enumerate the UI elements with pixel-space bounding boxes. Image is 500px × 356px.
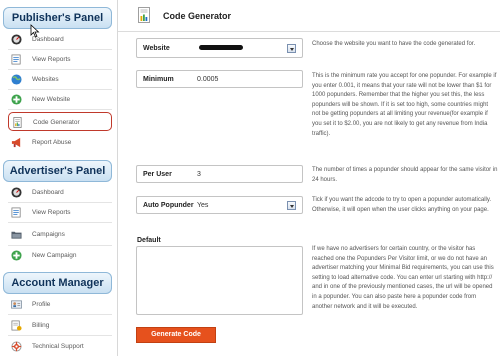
sidebar-item-report-abuse[interactable]: Report Abuse: [8, 133, 112, 152]
mouse-cursor-icon: [30, 24, 40, 38]
default-textarea[interactable]: [136, 246, 303, 315]
sidebar-item-label: Profile: [32, 301, 51, 308]
sidebar-item-label: View Reports: [32, 209, 71, 216]
document-icon: [13, 117, 22, 128]
sidebar-item-label: Billing: [32, 322, 50, 329]
account-manager-heading: Account Manager: [3, 272, 112, 294]
website-select[interactable]: Website: [136, 38, 303, 58]
generate-code-button[interactable]: Generate Code: [136, 327, 216, 343]
auto-popunder-description: Tick if you want the adcode to try to op…: [312, 197, 492, 213]
sidebar-item-advertiser-view-reports[interactable]: View Reports: [8, 203, 112, 222]
auto-popunder-label: Auto Popunder: [143, 202, 194, 209]
reports-icon: [11, 54, 21, 65]
sidebar-item-new-website[interactable]: New Website: [8, 90, 112, 109]
sidebar-item-publisher-view-reports[interactable]: View Reports: [8, 50, 112, 69]
minimum-field[interactable]: Minimum 0.0005: [136, 70, 303, 88]
publishers-panel-heading: Publisher's Panel: [3, 7, 112, 29]
reports-icon: [11, 207, 21, 218]
main-content: Code Generator Website Choose the websit…: [118, 0, 500, 356]
per-user-description: The number of times a popunder should ap…: [312, 167, 498, 183]
sidebar-item-label: Report Abuse: [32, 139, 72, 146]
sidebar-item-label: New Website: [32, 96, 71, 103]
sidebar-item-new-campaign[interactable]: New Campaign: [8, 246, 112, 265]
sidebar-item-label: Campaigns: [32, 231, 65, 238]
page-header: Code Generator: [118, 0, 500, 32]
website-label: Website: [143, 45, 170, 52]
billing-icon: [11, 320, 22, 331]
sidebar-item-advertiser-dashboard[interactable]: Dashboard: [8, 183, 112, 202]
sidebar-item-label: New Campaign: [32, 252, 77, 259]
add-plus-icon: [11, 250, 22, 261]
sidebar-item-publisher-websites[interactable]: Websites: [8, 70, 112, 89]
chevron-down-icon[interactable]: [287, 201, 296, 210]
chevron-down-icon[interactable]: [287, 44, 296, 53]
auto-popunder-value: Yes: [197, 202, 209, 209]
auto-popunder-select[interactable]: Auto Popunder Yes: [136, 196, 303, 214]
sidebar-item-profile[interactable]: Profile: [8, 295, 112, 314]
per-user-label: Per User: [143, 171, 172, 178]
profile-card-icon: [11, 300, 22, 309]
campaign-folder-icon: [11, 231, 22, 239]
per-user-input-value[interactable]: 3: [197, 171, 201, 178]
sidebar-item-campaigns[interactable]: Campaigns: [8, 225, 112, 244]
dashboard-gauge-icon: [11, 187, 22, 198]
sidebar-item-publisher-dashboard[interactable]: Dashboard: [8, 30, 112, 49]
sidebar-item-code-generator[interactable]: Code Generator: [8, 112, 112, 131]
sidebar-item-label: Technical Support: [32, 343, 84, 350]
sidebar-item-label: View Reports: [32, 56, 71, 63]
per-user-field[interactable]: Per User 3: [136, 165, 303, 183]
sidebar-item-label: Code Generator: [33, 119, 80, 126]
minimum-input-value[interactable]: 0.0005: [197, 76, 218, 83]
sidebar-item-label: Websites: [32, 76, 59, 83]
page-title: Code Generator: [163, 11, 232, 21]
sidebar: Publisher's Panel Dashboard View Reports…: [0, 0, 118, 356]
megaphone-icon: [11, 137, 21, 148]
advertisers-panel-heading: Advertiser's Panel: [3, 160, 112, 182]
website-description: Choose the website you want to have the …: [312, 41, 476, 47]
support-icon: [11, 341, 22, 352]
default-description: If we have no advertisers for certain co…: [312, 246, 494, 310]
minimum-label: Minimum: [143, 76, 174, 83]
sidebar-item-label: Dashboard: [32, 189, 64, 196]
add-plus-icon: [11, 94, 22, 105]
code-generator-icon: [138, 7, 150, 23]
sidebar-item-technical-support[interactable]: Technical Support: [8, 337, 112, 356]
redacted-website-value: [199, 45, 243, 50]
default-label: Default: [137, 237, 161, 244]
globe-icon: [11, 74, 22, 85]
sidebar-item-billing[interactable]: Billing: [8, 316, 112, 335]
minimum-description: This is the minimum rate you accept for …: [312, 73, 497, 137]
dashboard-gauge-icon: [11, 34, 22, 45]
